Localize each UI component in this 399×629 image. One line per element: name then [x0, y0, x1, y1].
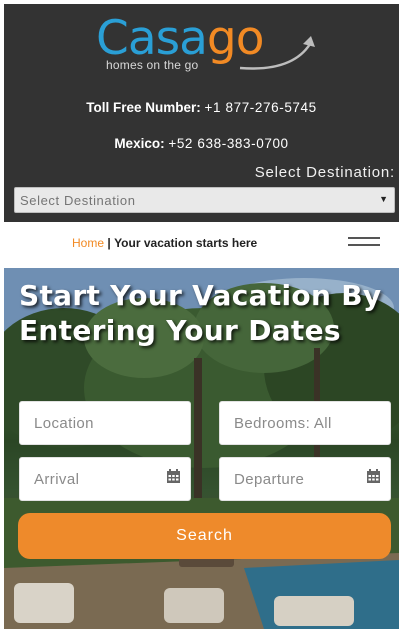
arrival-date-input[interactable]: Arrival — [19, 457, 191, 501]
breadcrumb: Home | Your vacation starts here — [72, 236, 257, 250]
site-header: Casago homes on the go Toll Free Number:… — [4, 4, 399, 222]
dropdown-arrow-icon: ▼ — [379, 194, 388, 204]
breadcrumb-home-link[interactable]: Home — [72, 236, 104, 250]
destination-selected-value: Select Destination — [20, 193, 136, 208]
location-placeholder: Location — [34, 415, 94, 432]
casago-logo[interactable]: Casago homes on the go — [96, 12, 326, 80]
destination-label: Select Destination: — [254, 164, 395, 181]
departure-placeholder: Departure — [234, 471, 305, 488]
location-input[interactable]: Location — [19, 401, 191, 445]
toll-free-line: Toll Free Number: +1 877-276-5745 — [4, 100, 399, 115]
toll-free-number[interactable]: +1 877-276-5745 — [205, 100, 317, 115]
hero-title: Start Your Vacation By Entering Your Dat… — [19, 279, 382, 347]
toll-free-label: Toll Free Number: — [86, 100, 201, 115]
bedrooms-value: Bedrooms: All — [234, 415, 332, 432]
mexico-number[interactable]: +52 638-383-0700 — [168, 136, 288, 151]
breadcrumb-separator: | — [107, 236, 111, 250]
breadcrumb-current: Your vacation starts here — [114, 236, 258, 250]
logo-swoosh-icon — [239, 36, 315, 70]
search-button[interactable]: Search — [18, 513, 391, 559]
logo-tagline: homes on the go — [106, 58, 199, 72]
mexico-label: Mexico: — [114, 136, 165, 151]
calendar-icon[interactable] — [166, 469, 181, 484]
destination-select[interactable]: Select Destination ▼ — [14, 187, 395, 213]
hamburger-menu-icon[interactable] — [348, 236, 380, 248]
bedrooms-select[interactable]: Bedrooms: All — [219, 401, 391, 445]
mexico-line: Mexico: +52 638-383-0700 — [4, 136, 399, 151]
departure-date-input[interactable]: Departure — [219, 457, 391, 501]
arrival-placeholder: Arrival — [34, 471, 80, 488]
hero-section: Start Your Vacation By Entering Your Dat… — [4, 268, 399, 629]
calendar-icon[interactable] — [366, 469, 381, 484]
